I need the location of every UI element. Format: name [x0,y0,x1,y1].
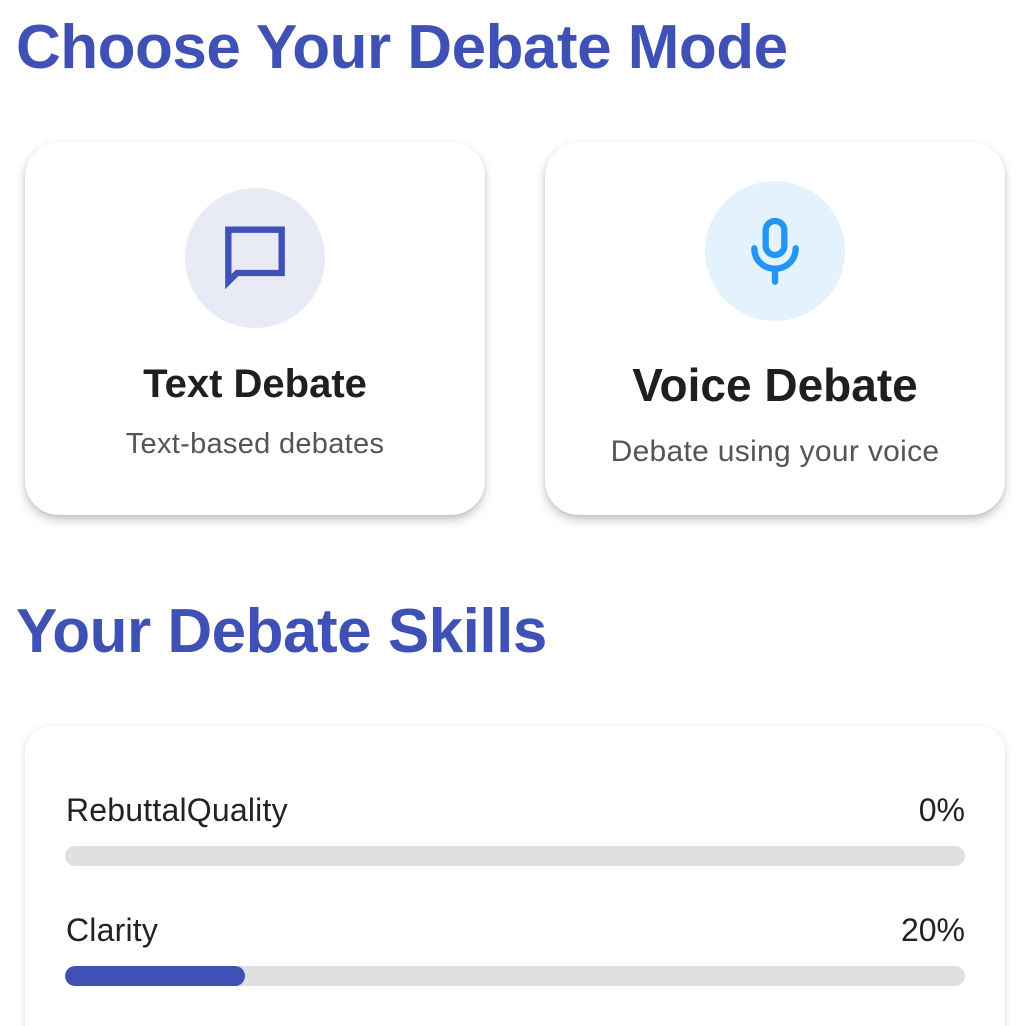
skill-value: 0% [918,792,965,828]
text-debate-icon-circle [185,188,325,328]
skill-progress-track [65,846,965,866]
debate-skills-title: Your Debate Skills [16,597,547,666]
microphone-icon [751,217,799,285]
text-debate-card[interactable]: Text Debate Text-based debates [25,142,485,515]
voice-debate-subtitle: Debate using your voice [610,435,940,468]
skill-name: RebuttalQuality [66,792,288,828]
skill-row-clarity: Clarity 20% [65,912,965,1012]
page: Choose Your Debate Mode Text Debate Text… [0,0,1026,1026]
voice-debate-icon-circle [705,181,845,321]
skill-name: Clarity [66,912,159,948]
voice-debate-card[interactable]: Voice Debate Debate using your voice [545,142,1005,515]
skill-row-rebuttal-quality: RebuttalQuality 0% [65,792,965,892]
chat-bubble-icon [225,226,285,290]
skills-card: RebuttalQuality 0% Clarity 20% [25,726,1005,1026]
skill-value: 20% [900,912,965,948]
text-debate-subtitle: Text-based debates [125,428,385,460]
debate-mode-title: Choose Your Debate Mode [16,13,788,82]
voice-debate-title: Voice Debate [632,359,918,411]
text-debate-title: Text Debate [143,362,367,406]
skill-progress-fill [65,966,245,986]
skill-progress-track [65,966,965,986]
